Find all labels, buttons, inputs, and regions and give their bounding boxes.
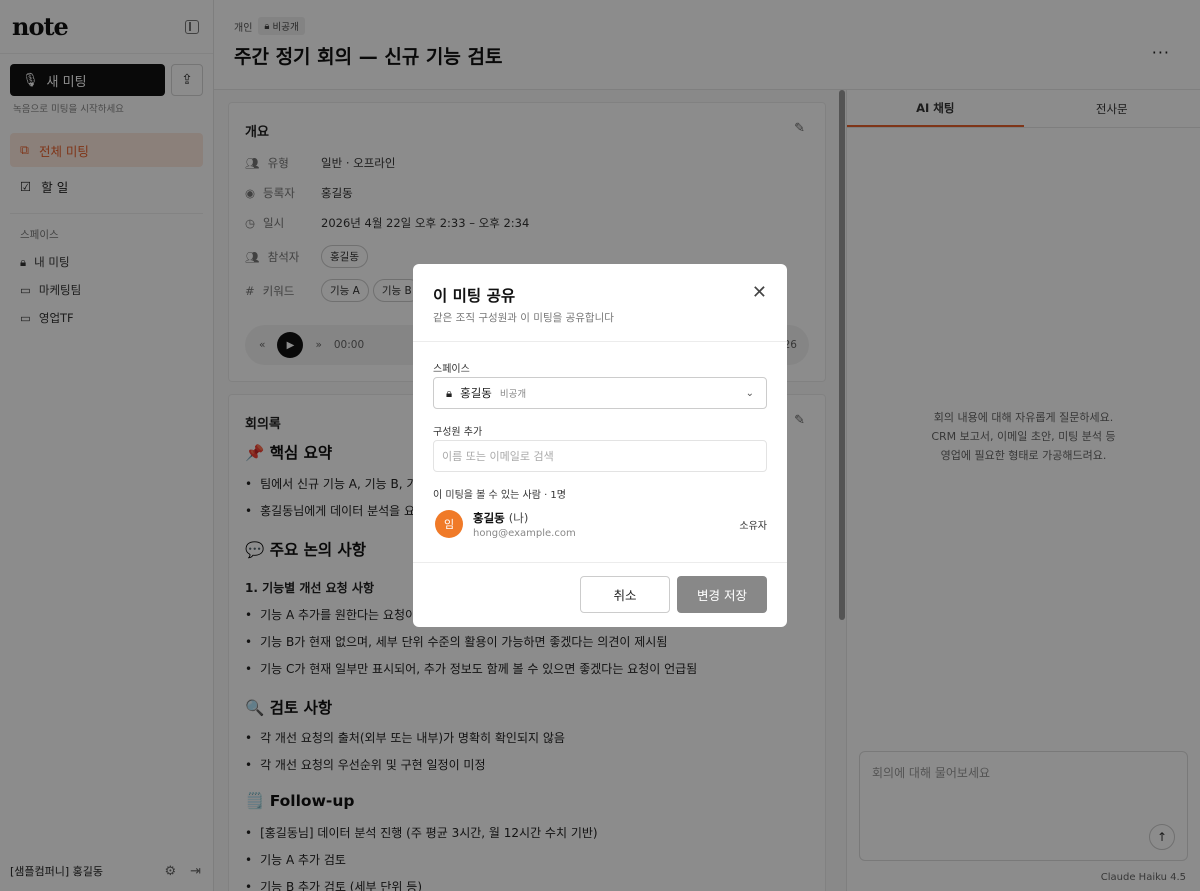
share-modal: 이 미팅 공유 같은 조직 구성원과 이 미팅을 공유합니다 ✕ 스페이스 🔒︎… [413,264,787,627]
space-select[interactable]: 🔒︎ 홍길동 비공개 ⌄ [433,377,767,409]
member-me-tag: (나) [508,510,529,525]
cancel-button[interactable]: 취소 [580,576,670,613]
member-name: 홍길동 [473,510,505,525]
modal-subtitle: 같은 조직 구성원과 이 미팅을 공유합니다 [433,312,614,324]
close-icon[interactable]: ✕ [752,284,767,302]
modal-title: 이 미팅 공유 [433,287,516,305]
member-name-line: 홍길동 (나) [473,510,576,526]
save-changes-button[interactable]: 변경 저장 [677,576,767,613]
space-value: 홍길동 [460,386,492,400]
member-row: 임 홍길동 (나) hong@example.com 소유자 [435,508,767,540]
chevron-down-icon: ⌄ [745,387,754,399]
space-label: 스페이스 [433,364,470,375]
space-privacy: 비공개 [499,389,527,400]
avatar: 임 [435,510,463,538]
viewers-label: 이 미팅을 볼 수 있는 사람 · 1명 [433,490,566,501]
member-role: 소유자 [739,520,767,532]
lock-icon: 🔒︎ [446,385,453,400]
member-search-placeholder: 이름 또는 이메일로 검색 [442,450,554,463]
member-email: hong@example.com [473,527,576,539]
divider [413,341,787,342]
member-info: 홍길동 (나) hong@example.com [473,510,576,539]
divider [413,562,787,563]
add-member-label: 구성원 추가 [433,427,483,438]
member-search-input[interactable]: 이름 또는 이메일로 검색 [433,440,767,472]
